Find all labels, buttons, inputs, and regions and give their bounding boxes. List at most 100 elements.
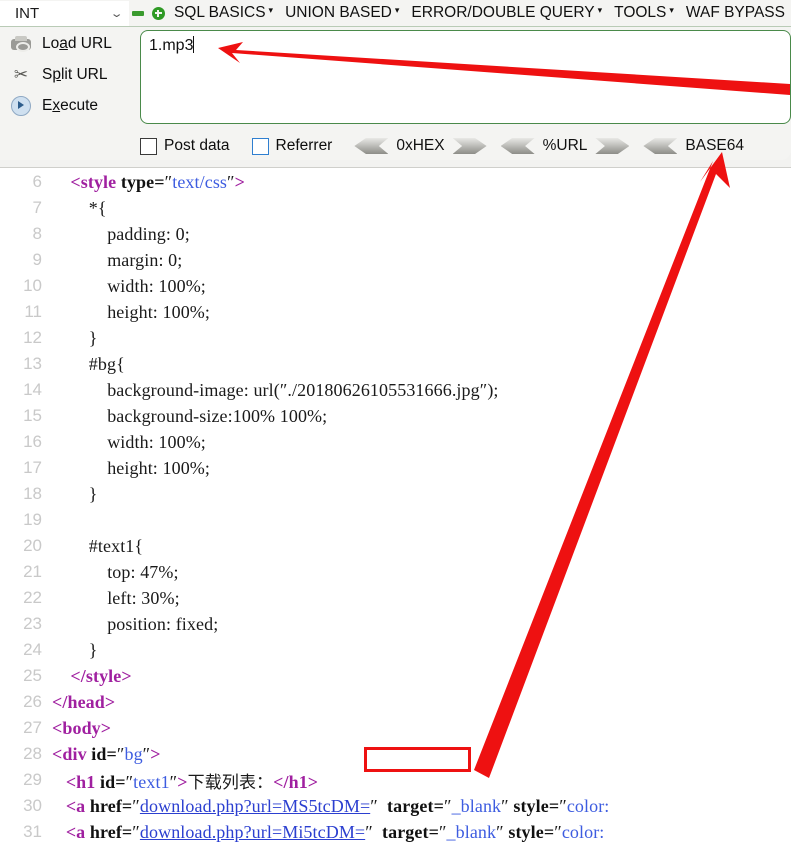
code-token: bg bbox=[124, 743, 143, 764]
code-token: id= bbox=[91, 743, 117, 764]
code-line-text: #text1{ bbox=[52, 536, 143, 557]
load-url-button[interactable]: Load URL bbox=[0, 28, 134, 59]
code-line: 15 background-size:100% 100%; bbox=[0, 403, 791, 429]
line-number: 15 bbox=[23, 406, 42, 425]
menu-error-double-query[interactable]: ERROR/DOUBLE QUERY ▾ bbox=[405, 4, 608, 22]
base64-encoder-group: BASE64 bbox=[643, 137, 752, 155]
zoom-out-button[interactable] bbox=[129, 0, 149, 26]
code-line: 20 #text1{ bbox=[0, 533, 791, 559]
plus-icon bbox=[151, 6, 165, 20]
code-token: > bbox=[150, 743, 161, 764]
chevron-right-icon[interactable] bbox=[453, 138, 487, 154]
code-line-text: } bbox=[52, 484, 98, 505]
code-line-text: background-image: url(″./201806261055316… bbox=[52, 380, 499, 401]
chevron-left-icon[interactable] bbox=[501, 138, 535, 154]
line-number: 14 bbox=[23, 380, 42, 399]
code-token: ″ bbox=[501, 795, 514, 816]
base64-decode-button[interactable] bbox=[643, 138, 677, 154]
hackbar-panel: INT ⌄ SQL BASICS ▾ UNION BASED ▾ ERROR/D… bbox=[0, 0, 791, 168]
code-token: width: 100%; bbox=[52, 431, 206, 452]
url-input[interactable]: 1.mp3 bbox=[140, 30, 791, 124]
code-token: } bbox=[52, 483, 98, 504]
line-number: 8 bbox=[32, 224, 42, 243]
line-number: 26 bbox=[23, 692, 42, 711]
code-token: <a bbox=[65, 821, 90, 842]
chevron-left-icon[interactable] bbox=[354, 138, 388, 154]
split-url-icon: ✂ bbox=[13, 64, 29, 84]
code-token: <div bbox=[52, 743, 92, 764]
line-number: 23 bbox=[23, 614, 42, 633]
menu-sql-basics-label: SQL BASICS bbox=[173, 4, 266, 21]
code-line-text: </style> bbox=[52, 666, 132, 687]
code-token: color: bbox=[566, 795, 610, 816]
caret-down-icon: ▾ bbox=[394, 4, 400, 15]
line-number: 6 bbox=[32, 172, 42, 191]
line-number: 21 bbox=[23, 562, 42, 581]
referrer-checkbox[interactable]: Referrer bbox=[251, 137, 333, 155]
zoom-in-button[interactable] bbox=[148, 0, 168, 26]
caret-down-icon: ▾ bbox=[669, 4, 674, 15]
line-number: 25 bbox=[23, 666, 42, 685]
code-line: 31 <a href=″download.php?url=Mi5tcDM=″ t… bbox=[0, 819, 791, 844]
chevron-down-icon: ⌄ bbox=[109, 7, 124, 20]
split-url-label: Split URL bbox=[42, 65, 108, 83]
code-line: 23 position: fixed; bbox=[0, 611, 791, 637]
code-token: left: 30%; bbox=[52, 587, 180, 608]
code-line: 16 width: 100%; bbox=[0, 429, 791, 455]
code-line: 8 padding: 0; bbox=[0, 221, 791, 247]
code-line: 11 height: 100%; bbox=[0, 299, 791, 325]
line-number: 30 bbox=[23, 796, 42, 815]
type-selector[interactable]: INT ⌄ bbox=[0, 0, 129, 26]
execute-button[interactable]: Execute bbox=[0, 90, 134, 121]
hackbar-panel-body: INT ⌄ SQL BASICS ▾ UNION BASED ▾ ERROR/D… bbox=[0, 0, 791, 160]
code-link[interactable]: download.php?url=MS5tcDM= bbox=[140, 796, 370, 816]
code-token: ″ bbox=[227, 171, 235, 192]
page-source-view: 6 <style type=″text/css″> 7 *{8 padding: … bbox=[0, 169, 791, 844]
code-token: background-size:100% 100%; bbox=[52, 405, 328, 426]
code-token: _blank bbox=[446, 821, 497, 842]
code-token: ″ bbox=[132, 795, 140, 816]
referrer-label: Referrer bbox=[275, 137, 333, 154]
line-number: 16 bbox=[23, 432, 42, 451]
code-token: style= bbox=[508, 821, 555, 842]
line-number: 9 bbox=[32, 250, 42, 269]
line-number: 24 bbox=[23, 640, 42, 659]
split-url-button[interactable]: ✂ Split URL bbox=[0, 59, 134, 90]
menu-sql-basics[interactable]: SQL BASICS ▾ bbox=[168, 4, 279, 22]
hackbar-options-row: Post data Referrer 0xHEX %URL BASE64 bbox=[140, 133, 791, 159]
chevron-right-icon[interactable] bbox=[595, 138, 629, 154]
menu-waf-bypass[interactable]: WAF BYPASS bbox=[680, 4, 791, 22]
post-data-checkbox[interactable]: Post data bbox=[140, 137, 230, 155]
line-number: 11 bbox=[24, 302, 42, 321]
code-token: padding: 0; bbox=[52, 223, 190, 244]
code-line-text: top: 47%; bbox=[52, 562, 179, 583]
menu-union-based-label: UNION BASED bbox=[285, 4, 392, 21]
code-line: 30 <a href=″download.php?url=MS5tcDM=″ t… bbox=[0, 793, 791, 819]
execute-label: Execute bbox=[42, 96, 99, 114]
load-url-label: Load URL bbox=[42, 34, 112, 52]
code-line-text: <style type=″text/css″> bbox=[52, 172, 245, 193]
code-line-text: margin: 0; bbox=[52, 250, 182, 271]
code-token: type= bbox=[120, 171, 165, 192]
code-token: </style> bbox=[70, 665, 132, 686]
code-line: 24 } bbox=[0, 637, 791, 663]
checkbox-box bbox=[140, 137, 157, 155]
code-line: 9 margin: 0; bbox=[0, 247, 791, 273]
line-number: 19 bbox=[23, 510, 42, 529]
code-line: 19 bbox=[0, 507, 791, 533]
hex-encoder-group: 0xHEX bbox=[354, 137, 486, 155]
code-link[interactable]: download.php?url=Mi5tcDM= bbox=[140, 822, 365, 842]
load-url-icon bbox=[0, 35, 42, 52]
code-token: id= bbox=[99, 771, 126, 792]
menu-tools[interactable]: TOOLS ▾ bbox=[608, 4, 680, 22]
code-token: } bbox=[52, 639, 98, 660]
line-number: 28 bbox=[23, 744, 42, 763]
code-line: 13 #bg{ bbox=[0, 351, 791, 377]
code-line-text: <a href=″download.php?url=Mi5tcDM=″ targ… bbox=[52, 822, 604, 843]
code-line-text: width: 100%; bbox=[52, 276, 206, 297]
url-encoder-group: %URL bbox=[501, 137, 630, 155]
line-number: 12 bbox=[23, 328, 42, 347]
menu-union-based[interactable]: UNION BASED ▾ bbox=[279, 4, 405, 22]
